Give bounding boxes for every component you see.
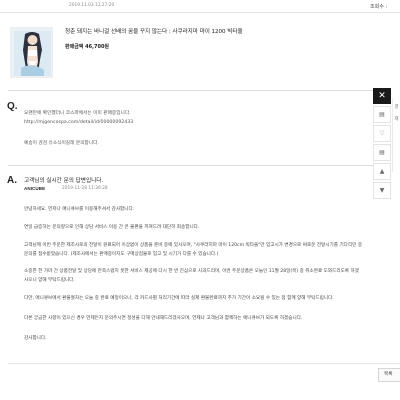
post-date: 2019.11.03 11:27:20 xyxy=(69,3,115,8)
wishlist-heart-icon[interactable]: ♡ xyxy=(373,125,391,142)
close-icon[interactable]: ✕ xyxy=(373,88,391,104)
side-tab-char: 제 xyxy=(394,117,399,122)
answer-line: 연일 급증하는 문의량으로 인해 상담 서비스 이용 간 큰 불편을 끼쳐드려 … xyxy=(24,225,200,230)
answer-line: 안녕하세요. 먼저나 애니큐브를 이용해주셔서 감사합니다. xyxy=(24,207,135,212)
question-line: 오랜만에 확인했더니 코스파에서는 이미 판매중입니다. xyxy=(24,111,131,116)
product-title[interactable]: 청춘 돼지는 바니걸 선배의 꿈을 꾸지 않는다 : 사쿠라지마 마이 1200… xyxy=(65,27,243,35)
answer-line: 사오니 양해 부탁드립니다. xyxy=(24,278,75,283)
answer-line: 문의를 접수받았습니다. (제조사에서는 판매중이지도 구매상점물로 입고 및 … xyxy=(24,252,219,257)
section-divider xyxy=(8,90,373,91)
side-tab-strip[interactable]: 결 제 xyxy=(392,98,400,172)
recent-view-icon[interactable]: ▤ xyxy=(373,106,391,123)
question-link[interactable]: http://mjgencospa.com/detail/id/00000092… xyxy=(24,120,133,125)
answer-line: 소중한 한 가마 간 상품전달 및 상당에 만족스럽지 못한 서비스 제공에 다… xyxy=(24,269,359,274)
side-tab-char: 결 xyxy=(394,105,399,110)
view-count-label: 조회수 : xyxy=(370,4,388,10)
answer-brand-logo: ANICUBE xyxy=(24,186,46,191)
scroll-down-icon[interactable]: ▼ xyxy=(373,182,391,199)
answer-mark-label: A. xyxy=(7,175,17,186)
question-mark-label: Q. xyxy=(7,101,18,112)
footer-divider xyxy=(8,363,400,364)
answer-line: 감사합니다. xyxy=(24,336,47,341)
section-divider xyxy=(8,165,373,166)
header-divider xyxy=(0,12,400,13)
cart-icon[interactable]: ▤ xyxy=(373,144,391,161)
answer-title: 고객님의 실시간 문의 답변입니다. xyxy=(24,178,104,184)
answer-date: 2019-11-28 11:36:28 xyxy=(62,186,108,191)
product-thumbnail[interactable] xyxy=(10,27,53,78)
product-illustration xyxy=(11,28,52,77)
answer-line: 고객님께 이번 주문한 제조사로의 전달이 원료되어 이상없이 상품을 준비 중… xyxy=(24,243,363,248)
product-price: 판매금액 46,700원 xyxy=(65,44,110,50)
question-line: 예송이 검검 유소식이길래 문의합니다. xyxy=(24,141,99,146)
list-button[interactable]: 목록 xyxy=(378,368,400,382)
answer-line: 다른 궁금한 사항이 있으신 경우 언제든지 문의주시면 정성을 다해 안내해드… xyxy=(24,316,303,321)
answer-line: 다만, 애니큐브에서 환불절차는 오늘 중 완료 예정이오나, 각 카드사별 처… xyxy=(24,296,334,301)
scroll-up-icon[interactable]: ▲ xyxy=(373,163,391,180)
